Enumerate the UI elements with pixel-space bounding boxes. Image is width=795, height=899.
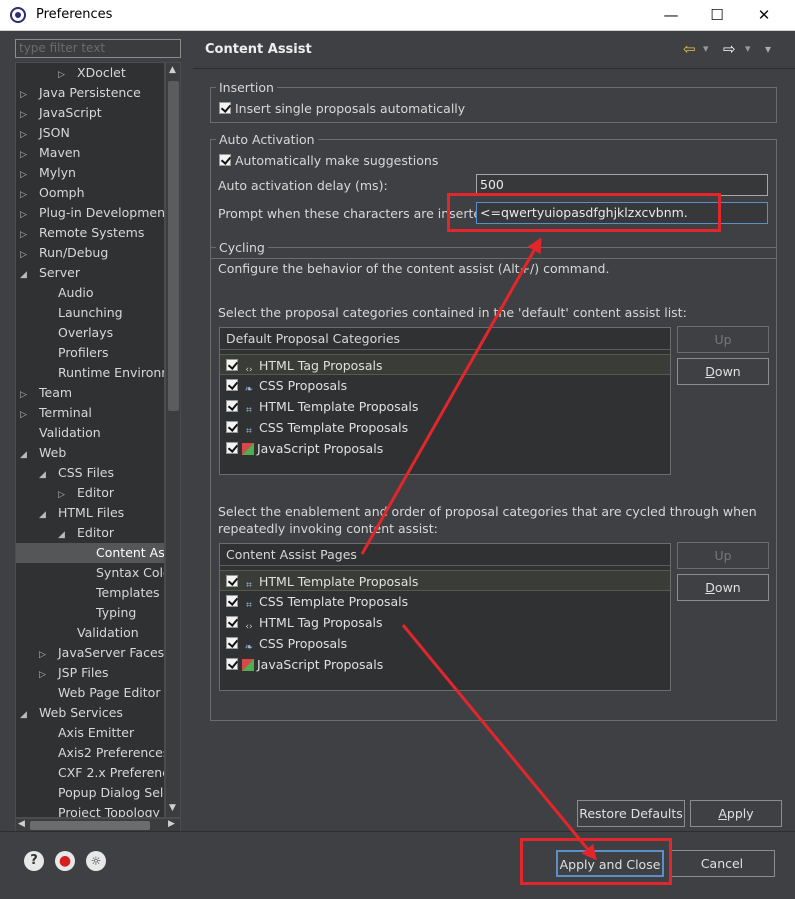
annotation-arrow-up (360, 237, 542, 555)
annotation-arrow-down (401, 624, 597, 861)
annotation-arrows (360, 237, 597, 861)
